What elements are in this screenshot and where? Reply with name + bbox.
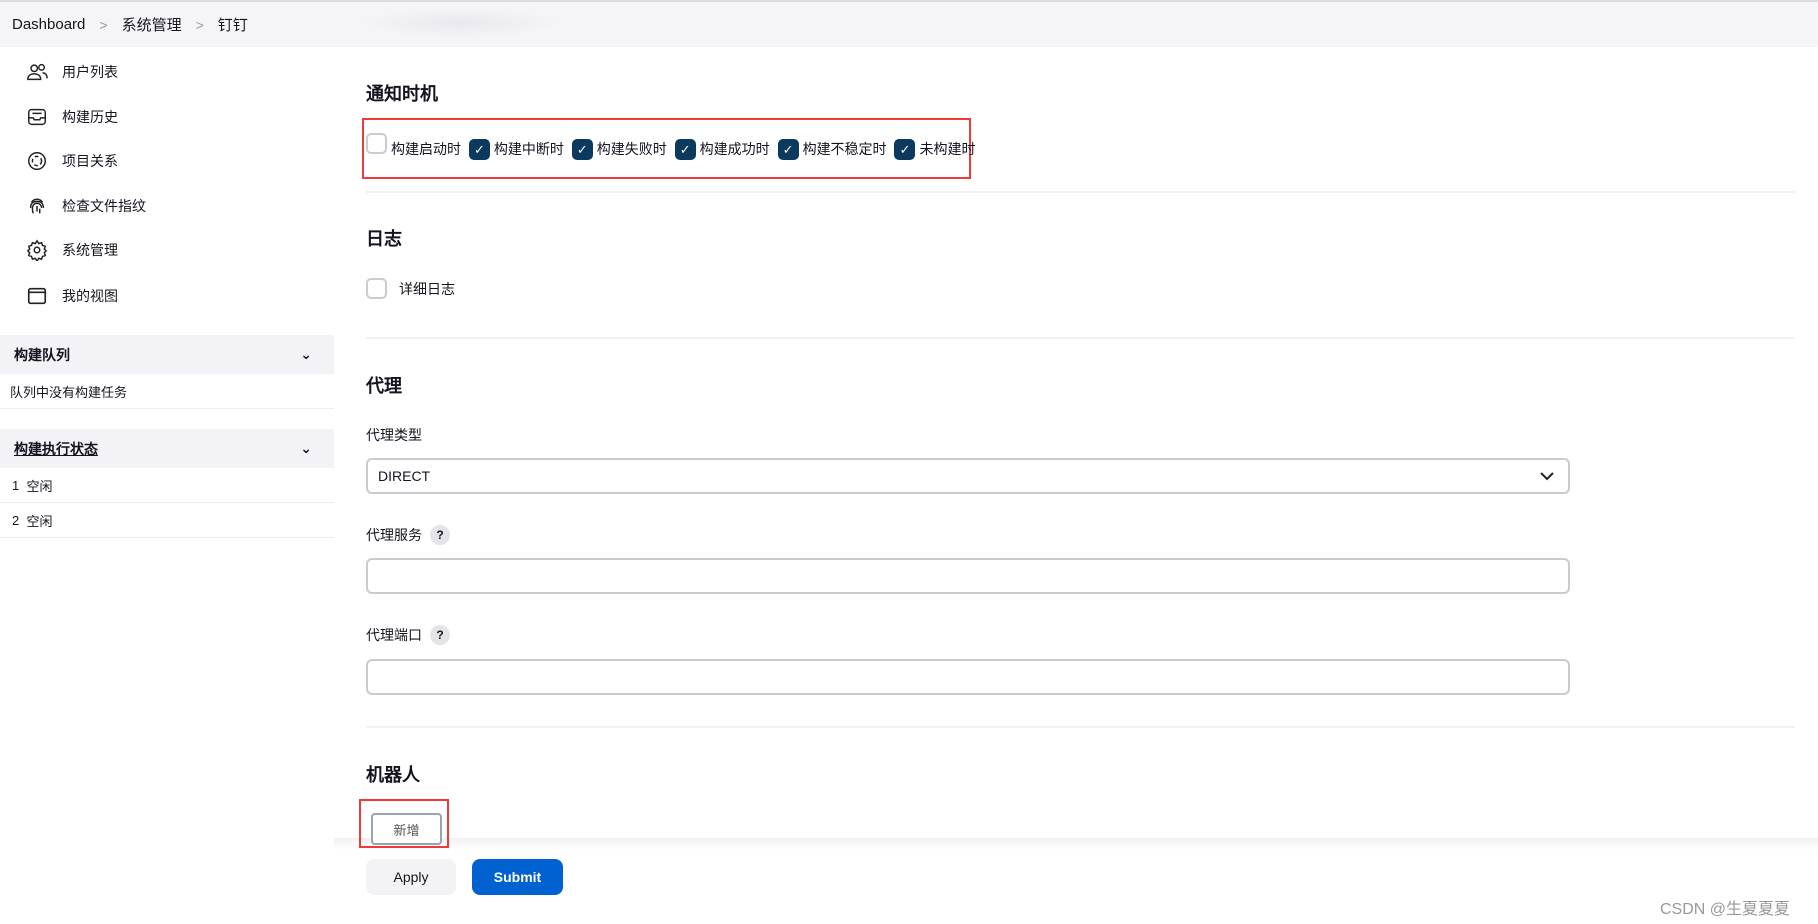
option-label: 构建成功时 (699, 141, 770, 157)
sidebar-item-label: 系统管理 (62, 242, 118, 258)
sidebar-item-myview[interactable]: 我的视图 (26, 281, 118, 311)
verbose-log-checkbox[interactable]: 详细日志 (366, 278, 455, 299)
option-label: 构建启动时 (391, 141, 461, 157)
check-icon[interactable]: ✓ (894, 139, 916, 160)
build-queue-title: 构建队列 (14, 346, 70, 363)
chevron-down-icon[interactable]: ⌄ (300, 440, 312, 457)
option-label: 构建中断时 (493, 141, 564, 157)
sidebar-item-system[interactable]: 系统管理 (26, 235, 118, 265)
notify-notbuilt[interactable]: ✓ 未构建时 (894, 137, 975, 160)
check-icon[interactable]: ✓ (468, 139, 490, 160)
checkbox-unchecked[interactable] (366, 278, 387, 299)
executor-num: 2 (12, 512, 20, 528)
breadcrumb-system[interactable]: 系统管理 (122, 14, 182, 35)
executor-row: 1 空闲 (0, 468, 334, 503)
notify-success[interactable]: ✓ 构建成功时 (674, 137, 770, 160)
chevron-down-icon (1540, 471, 1554, 480)
blurred-area (360, 8, 560, 38)
users-icon (27, 63, 48, 81)
option-label: 构建不稳定时 (802, 141, 887, 157)
option-label: 未构建时 (919, 141, 976, 157)
executor-num: 1 (12, 477, 20, 493)
log-title: 日志 (366, 229, 402, 249)
window-icon (27, 287, 47, 305)
notify-abort[interactable]: ✓ 构建中断时 (468, 137, 564, 160)
chevron-right-icon: > (99, 16, 108, 33)
relation-icon (28, 152, 46, 170)
verbose-log-label: 详细日志 (399, 280, 455, 297)
sidebar-item-relation[interactable]: 项目关系 (26, 146, 118, 176)
proxy-port-label: 代理端口? (366, 625, 450, 645)
sidebar-item-label: 我的视图 (62, 288, 118, 304)
notify-unstable[interactable]: ✓ 构建不稳定时 (777, 137, 887, 160)
breadcrumb-dingtalk[interactable]: 钉钉 (218, 14, 248, 35)
proxy-title: 代理 (366, 376, 402, 396)
notify-options: 构建启动时 ✓ 构建中断时 ✓ 构建失败时 ✓ 构建成功时 ✓ 构建不稳定时 ✓ 未构建时 (366, 133, 979, 160)
proxy-server-input[interactable] (366, 558, 1570, 594)
robot-title: 机器人 (366, 765, 420, 785)
inbox-icon (28, 108, 46, 126)
fingerprint-icon (29, 198, 45, 214)
notify-failure[interactable]: ✓ 构建失败时 (571, 137, 667, 160)
sidebar-item-users[interactable]: 用户列表 (26, 57, 118, 87)
proxy-type-label: 代理类型 (366, 427, 422, 443)
divider (366, 726, 1795, 728)
check-icon[interactable]: ✓ (777, 139, 799, 160)
divider (366, 337, 1795, 339)
executor-status: 空闲 (26, 478, 53, 494)
queue-empty: 队列中没有构建任务 (0, 374, 334, 409)
sidebar-item-history[interactable]: 构建历史 (26, 102, 118, 132)
help-icon[interactable]: ? (430, 525, 450, 545)
option-label: 构建失败时 (596, 141, 667, 157)
submit-button[interactable]: Submit (472, 859, 563, 895)
sidebar-item-label: 用户列表 (62, 64, 118, 80)
checkbox-unchecked[interactable] (366, 133, 387, 154)
gear-icon (26, 239, 48, 261)
proxy-server-label: 代理服务? (366, 525, 450, 545)
breadcrumb: Dashboard > 系统管理 > 钉钉 (0, 0, 1818, 47)
add-robot-button[interactable]: 新增 (371, 813, 442, 845)
notify-title: 通知时机 (366, 84, 438, 104)
build-queue-header[interactable]: 构建队列 ⌄ (0, 335, 334, 374)
breadcrumb-dashboard[interactable]: Dashboard (12, 16, 85, 33)
watermark: CSDN @生夏夏夏 (1660, 901, 1791, 918)
proxy-type-select[interactable]: DIRECT (366, 458, 1570, 494)
executor-header[interactable]: 构建执行状态 ⌄ (0, 429, 334, 468)
proxy-port-input[interactable] (366, 659, 1570, 695)
divider (366, 191, 1795, 193)
executor-status: 空闲 (26, 513, 53, 529)
check-icon[interactable]: ✓ (674, 139, 696, 160)
executor-row: 2 空闲 (0, 503, 334, 538)
sidebar-item-label: 构建历史 (62, 109, 118, 125)
label-text: 代理端口 (366, 627, 422, 643)
sidebar-item-fingerprint[interactable]: 检查文件指纹 (26, 191, 146, 221)
proxy-type-value: DIRECT (378, 468, 431, 484)
apply-button[interactable]: Apply (366, 859, 456, 895)
notify-start[interactable]: 构建启动时 (366, 133, 461, 157)
sidebar-item-label: 项目关系 (62, 153, 118, 169)
help-icon[interactable]: ? (430, 625, 450, 645)
executor-title[interactable]: 构建执行状态 (14, 439, 98, 459)
check-icon[interactable]: ✓ (571, 139, 593, 160)
chevron-right-icon: > (195, 16, 204, 33)
label-text: 代理服务 (366, 527, 422, 543)
sidebar-item-label: 检查文件指纹 (62, 198, 146, 214)
chevron-down-icon[interactable]: ⌄ (300, 346, 312, 363)
